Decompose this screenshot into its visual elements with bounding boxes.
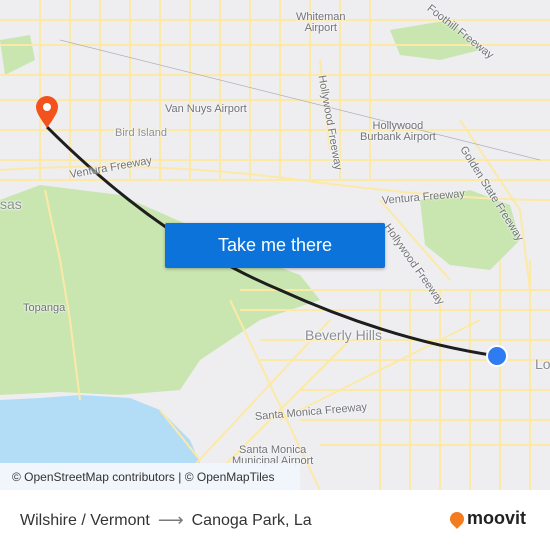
moovit-logo[interactable]: moovit <box>447 508 527 529</box>
map[interactable]: Whiteman Airport Foothill Freeway Van Nu… <box>0 0 550 490</box>
moovit-pin-icon <box>447 508 467 529</box>
label-bird-island: Bird Island <box>115 127 167 139</box>
arrow-right-icon: ⟶ <box>157 510 184 530</box>
park-northwest <box>0 35 35 75</box>
label-van-nuys-airport: Van Nuys Airport <box>165 103 247 115</box>
origin-marker <box>486 345 508 367</box>
map-attribution[interactable]: © OpenStreetMap contributors | © OpenMap… <box>0 463 300 490</box>
route-summary: Wilshire / Vermont ⟶ Canoga Park, La <box>20 510 312 531</box>
label-topanga: Topanga <box>23 302 66 314</box>
label-hollywood-burbank-airport: Hollywood Burbank Airport <box>360 120 436 143</box>
label-beverly-hills: Beverly Hills <box>305 327 383 343</box>
take-me-there-button[interactable]: Take me there <box>165 223 385 268</box>
route-destination: Canoga Park, La <box>191 511 312 529</box>
attribution-text[interactable]: © OpenStreetMap contributors | © OpenMap… <box>12 470 274 484</box>
moovit-wordmark: moovit <box>467 508 527 528</box>
route-origin: Wilshire / Vermont <box>20 511 150 529</box>
ocean <box>0 395 200 463</box>
label-calabasas: sas <box>0 196 22 212</box>
label-los-angeles: Los <box>535 356 550 372</box>
label-whiteman-airport: Whiteman Airport <box>296 11 346 34</box>
